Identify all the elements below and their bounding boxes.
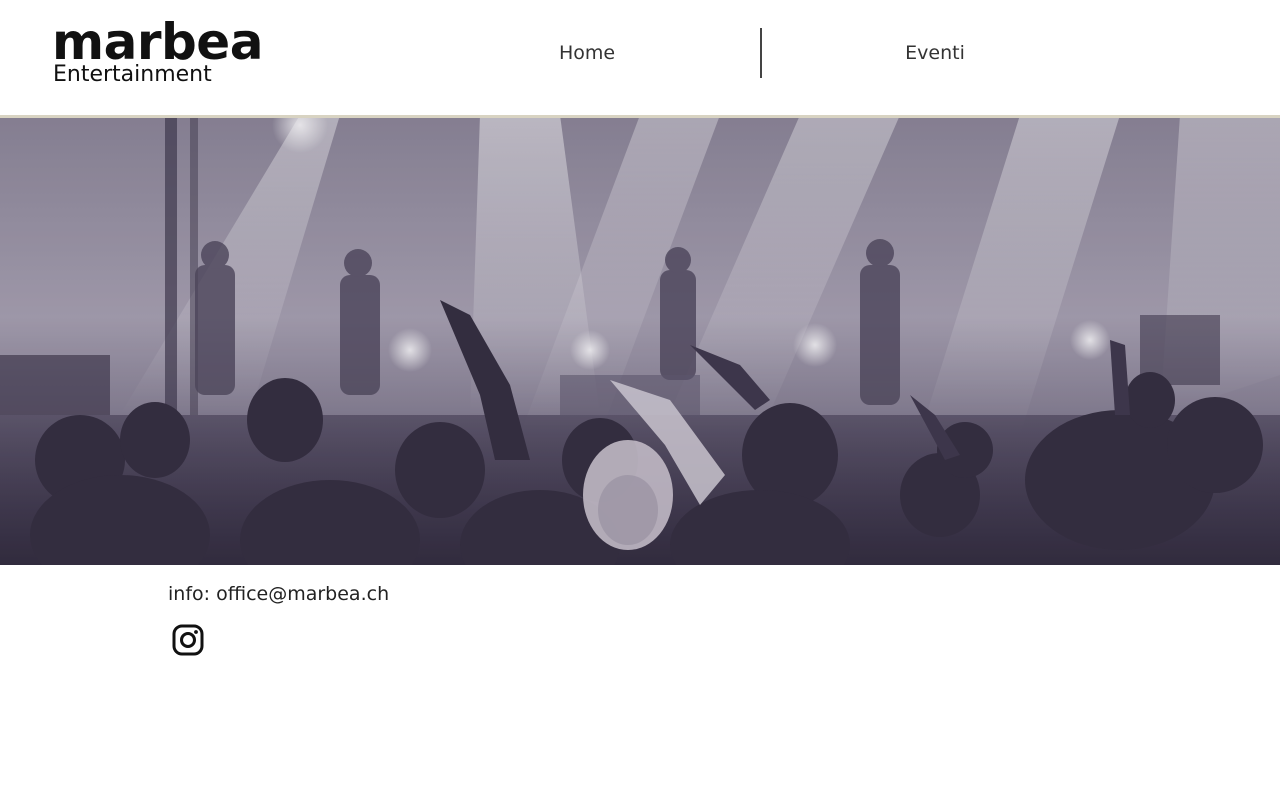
brand-tagline: Entertainment xyxy=(53,62,212,87)
nav-item-home[interactable]: Home xyxy=(413,28,761,78)
hero-image xyxy=(0,115,1280,565)
site-header: marbea Entertainment Home Eventi xyxy=(0,0,1280,115)
concert-crowd-photo xyxy=(0,115,1280,565)
main-nav: Home Eventi xyxy=(413,28,1109,78)
nav-item-eventi[interactable]: Eventi xyxy=(761,28,1109,78)
contact-email-link[interactable]: office@marbea.ch xyxy=(216,583,389,605)
contact-label: info: xyxy=(168,583,211,605)
instagram-icon-graphic xyxy=(172,624,204,656)
brand-logo[interactable]: marbea Entertainment xyxy=(52,14,282,94)
instagram-icon[interactable] xyxy=(170,622,206,658)
hero-top-border xyxy=(0,115,1280,118)
contact-info: info: office@marbea.ch xyxy=(168,580,389,608)
